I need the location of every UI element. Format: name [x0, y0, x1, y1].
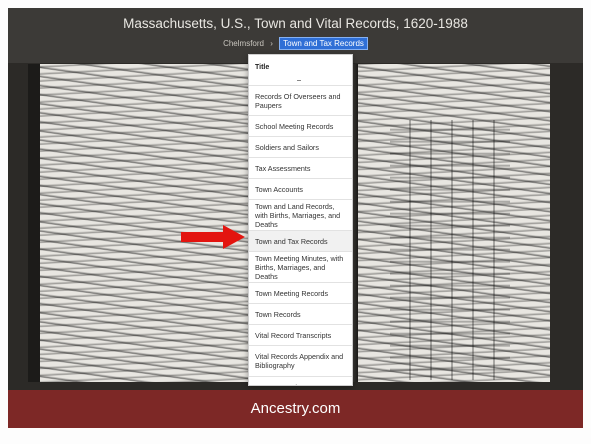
red-arrow-icon [181, 225, 245, 249]
dropdown-item[interactable]: Vital Records Appendix and Bibliography [249, 345, 352, 376]
footer-label: Ancestry.com [250, 400, 341, 417]
dropdown-item[interactable]: Tax Assessments [249, 157, 352, 178]
dropdown-item[interactable]: Town Meeting Minutes, with Births, Marri… [249, 251, 352, 282]
dropdown-item[interactable]: School Meeting Records [249, 115, 352, 136]
dropdown-list: Records Of Overseers and Paupers School … [249, 85, 352, 385]
dropdown-item[interactable]: Town Records [249, 303, 352, 324]
collection-title: Massachusetts, U.S., Town and Vital Reco… [123, 16, 468, 31]
dropdown-item[interactable]: Town Meeting Records [249, 282, 352, 303]
breadcrumb: Chelmsford › Town and Tax Records [8, 37, 583, 50]
record-image-edge [28, 64, 40, 382]
breadcrumb-separator-icon: › [270, 39, 273, 48]
ledger-columns [390, 120, 510, 380]
dropdown-item[interactable]: Town Accounts [249, 178, 352, 199]
dropdown-item[interactable]: Vital Record Transcripts [249, 324, 352, 345]
dropdown-item[interactable]: Soldiers and Sailors [249, 136, 352, 157]
dropdown-item[interactable]: Voter Records [249, 376, 352, 385]
dropdown-item[interactable]: Records Of Overseers and Paupers [249, 85, 352, 115]
dropdown-item[interactable]: Town and Land Records, with Births, Marr… [249, 199, 352, 230]
footer-bar: Ancestry.com [8, 390, 583, 428]
breadcrumb-chelmsford[interactable]: Chelmsford [223, 39, 264, 48]
dropdown-heading: Title [255, 64, 270, 71]
slide: Massachusetts, U.S., Town and Vital Reco… [0, 0, 591, 444]
title-dropdown[interactable]: Title Records Of Overseers and Paupers S… [248, 54, 353, 386]
breadcrumb-town-and-tax-records[interactable]: Town and Tax Records [279, 37, 368, 50]
dropdown-item-selected[interactable]: Town and Tax Records [249, 230, 352, 251]
scroll-indicator [297, 80, 301, 81]
